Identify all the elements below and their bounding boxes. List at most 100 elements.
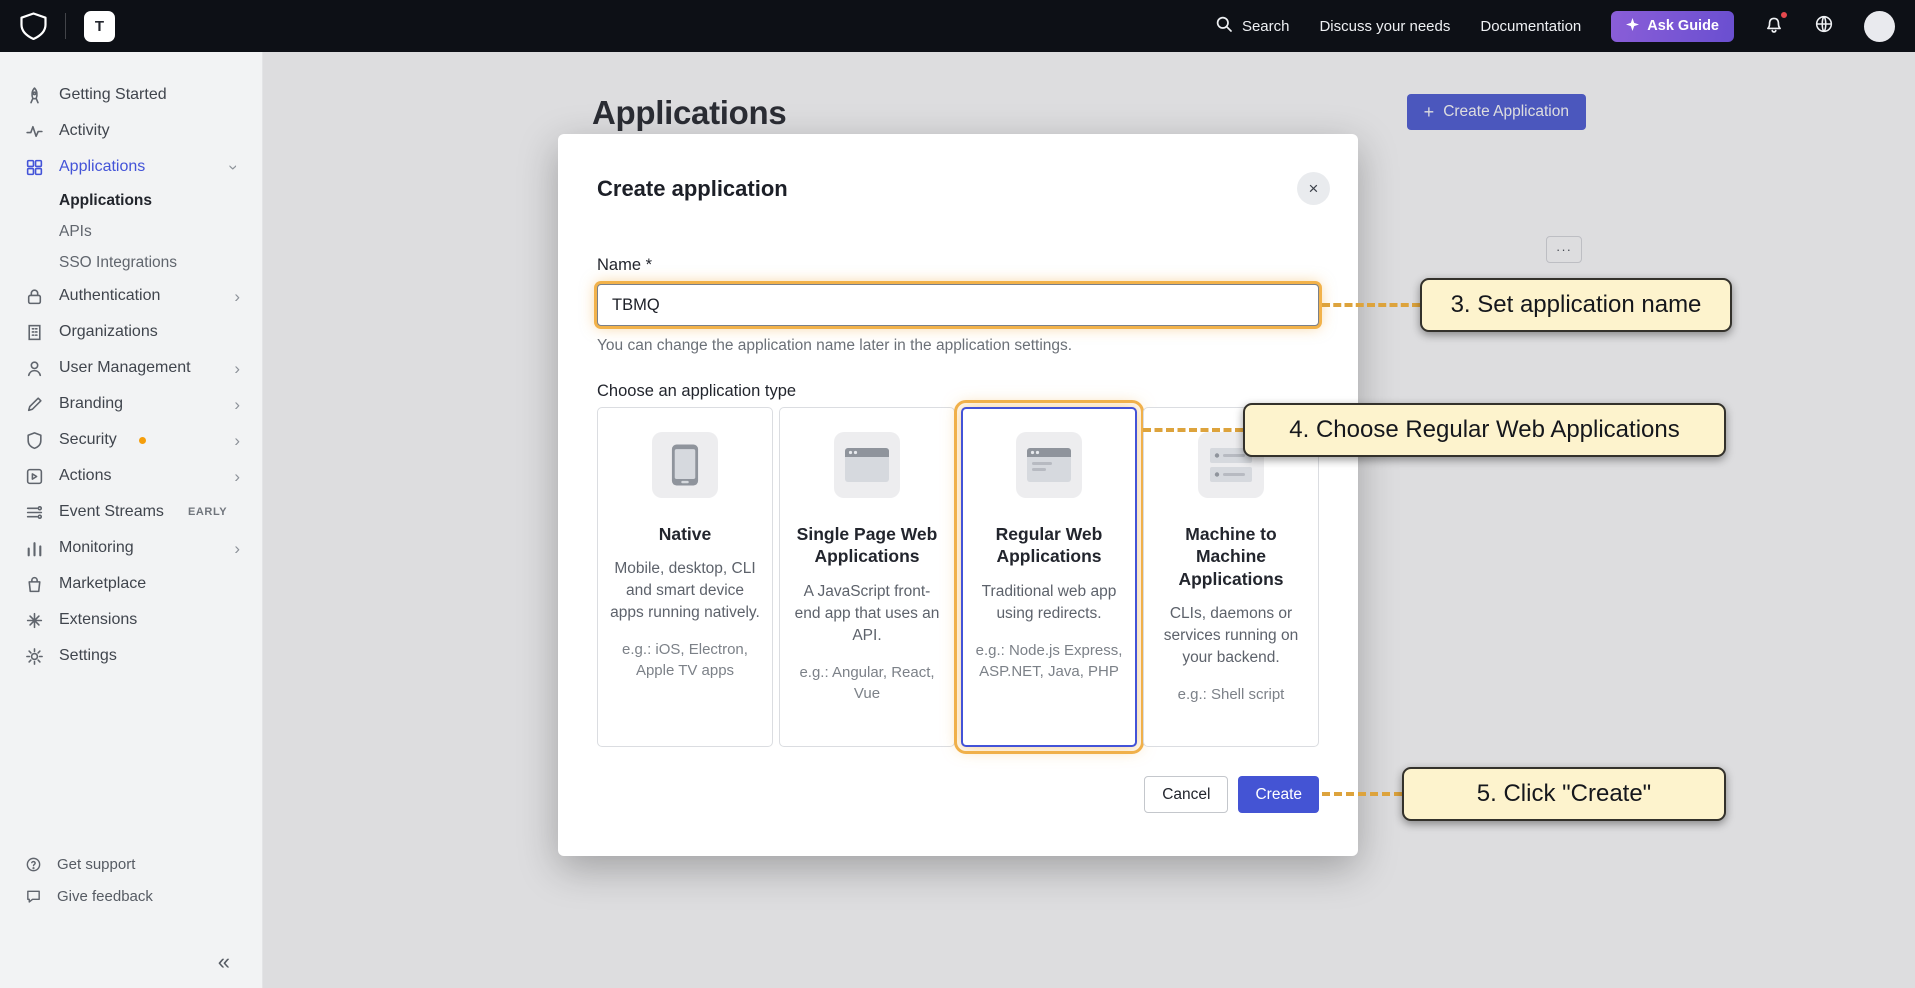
sidebar-subitem-apis[interactable]: APIs (0, 216, 262, 247)
annotation-text: 5. Click "Create" (1477, 780, 1651, 808)
annotation-step-4: 4. Choose Regular Web Applications (1243, 403, 1726, 457)
tenant-switcher[interactable]: T (84, 11, 115, 42)
chevron-right-icon: › (234, 360, 240, 377)
sidebar-item-label: Organizations (59, 323, 158, 341)
chevron-right-icon: › (234, 396, 240, 413)
ask-guide-label: Ask Guide (1647, 18, 1719, 34)
shopping-bag-icon (25, 575, 44, 594)
name-label: Name * (597, 256, 652, 275)
sidebar-subitem-sso-integrations[interactable]: SSO Integrations (0, 247, 262, 278)
security-alert-dot (139, 437, 146, 444)
annotation-step-5: 5. Click "Create" (1402, 767, 1726, 821)
card-example: e.g.: iOS, Electron, Apple TV apps (609, 639, 761, 681)
tenant-initial: T (95, 18, 104, 35)
sidebar-item-getting-started[interactable]: Getting Started (0, 77, 262, 113)
sidebar-item-label: Marketplace (59, 575, 146, 593)
sidebar-item-label: Branding (59, 395, 123, 413)
collapse-sidebar-button[interactable]: « (212, 948, 236, 976)
brush-icon (25, 395, 44, 414)
language-button[interactable] (1814, 14, 1834, 38)
browser-icon (834, 432, 900, 498)
notification-dot (1779, 10, 1789, 20)
name-help-text: You can change the application name late… (597, 337, 1072, 355)
sidebar-item-extensions[interactable]: Extensions (0, 602, 262, 638)
card-example: e.g.: Shell script (1155, 684, 1307, 705)
annotation-text: 4. Choose Regular Web Applications (1289, 416, 1679, 444)
card-native[interactable]: Native Mobile, desktop, CLI and smart de… (597, 407, 773, 747)
sidebar-item-label: Monitoring (59, 539, 134, 557)
modal-title: Create application (597, 176, 788, 202)
card-single-page-web[interactable]: Single Page Web Applications A JavaScrip… (779, 407, 955, 747)
get-support-link[interactable]: Get support (0, 848, 262, 880)
close-button[interactable]: × (1297, 172, 1330, 205)
topbar-divider (65, 13, 66, 39)
card-title: Single Page Web Applications (791, 523, 943, 568)
sidebar-item-user-management[interactable]: User Management › (0, 350, 262, 386)
shield-icon (25, 431, 44, 450)
topbar: T Search Discuss your needs Documentatio… (0, 0, 1915, 52)
chevron-right-icon: › (234, 288, 240, 305)
sidebar-item-label: Activity (59, 122, 110, 140)
application-type-label: Choose an application type (597, 382, 796, 401)
lock-icon (25, 287, 44, 306)
sidebar-item-label: Extensions (59, 611, 137, 629)
sidebar-item-label: Applications (59, 158, 145, 176)
sidebar-item-label: Authentication (59, 287, 160, 305)
sidebar-item-event-streams[interactable]: Event Streams EARLY (0, 494, 262, 530)
sidebar-footer: Get support Give feedback (0, 848, 262, 912)
sidebar-item-actions[interactable]: Actions › (0, 458, 262, 494)
notifications-button[interactable] (1764, 14, 1784, 38)
card-title: Regular Web Applications (973, 523, 1125, 568)
sparkle-icon (1626, 18, 1639, 35)
cancel-button[interactable]: Cancel (1144, 776, 1228, 813)
application-type-cards: Native Mobile, desktop, CLI and smart de… (597, 407, 1319, 747)
building-icon (25, 323, 44, 342)
search-button[interactable]: Search (1215, 15, 1290, 37)
sidebar-item-branding[interactable]: Branding › (0, 386, 262, 422)
auth0-logo-icon[interactable] (20, 12, 47, 40)
sidebar-item-monitoring[interactable]: Monitoring › (0, 530, 262, 566)
extensions-icon (25, 611, 44, 630)
card-regular-web[interactable]: Regular Web Applications Traditional web… (961, 407, 1137, 747)
sidebar-item-settings[interactable]: Settings (0, 638, 262, 674)
annotation-connector-step-5 (1322, 792, 1402, 796)
feedback-icon (25, 888, 42, 905)
gear-icon (25, 647, 44, 666)
sidebar-subitem-applications[interactable]: Applications (0, 185, 262, 216)
sidebar-item-activity[interactable]: Activity (0, 113, 262, 149)
discuss-your-needs-link[interactable]: Discuss your needs (1319, 18, 1450, 35)
modal-footer: Cancel Create (1144, 776, 1319, 813)
sidebar-item-label: User Management (59, 359, 191, 377)
documentation-link[interactable]: Documentation (1480, 18, 1581, 35)
give-feedback-label: Give feedback (57, 888, 153, 905)
card-example: e.g.: Angular, React, Vue (791, 662, 943, 704)
globe-icon (1814, 14, 1834, 38)
card-description: Traditional web app using redirects. (973, 581, 1125, 625)
user-icon (25, 359, 44, 378)
chevron-down-icon: › (226, 164, 243, 170)
sidebar-item-label: Actions (59, 467, 111, 485)
sidebar-item-label: Getting Started (59, 86, 167, 104)
card-description: CLIs, daemons or services running on you… (1155, 603, 1307, 669)
card-description: A JavaScript front-end app that uses an … (791, 581, 943, 647)
card-description: Mobile, desktop, CLI and smart device ap… (609, 558, 761, 624)
application-name-input[interactable] (597, 284, 1319, 326)
search-label: Search (1242, 18, 1290, 35)
sidebar-item-label: Settings (59, 647, 117, 665)
phone-icon (652, 432, 718, 498)
ask-guide-button[interactable]: Ask Guide (1611, 11, 1734, 42)
sidebar-item-marketplace[interactable]: Marketplace (0, 566, 262, 602)
chevron-right-icon: › (234, 432, 240, 449)
sidebar-item-authentication[interactable]: Authentication › (0, 278, 262, 314)
give-feedback-link[interactable]: Give feedback (0, 880, 262, 912)
bar-chart-icon (25, 539, 44, 558)
create-button[interactable]: Create (1238, 776, 1319, 813)
sidebar-item-organizations[interactable]: Organizations (0, 314, 262, 350)
user-avatar[interactable] (1864, 11, 1895, 42)
annotation-connector-step-4 (1143, 428, 1243, 432)
card-machine-to-machine[interactable]: Machine to Machine Applications CLIs, da… (1143, 407, 1319, 747)
sidebar-subitem-label: Applications (59, 192, 152, 210)
get-support-label: Get support (57, 856, 135, 873)
sidebar-item-applications[interactable]: Applications › (0, 149, 262, 185)
sidebar-item-security[interactable]: Security › (0, 422, 262, 458)
